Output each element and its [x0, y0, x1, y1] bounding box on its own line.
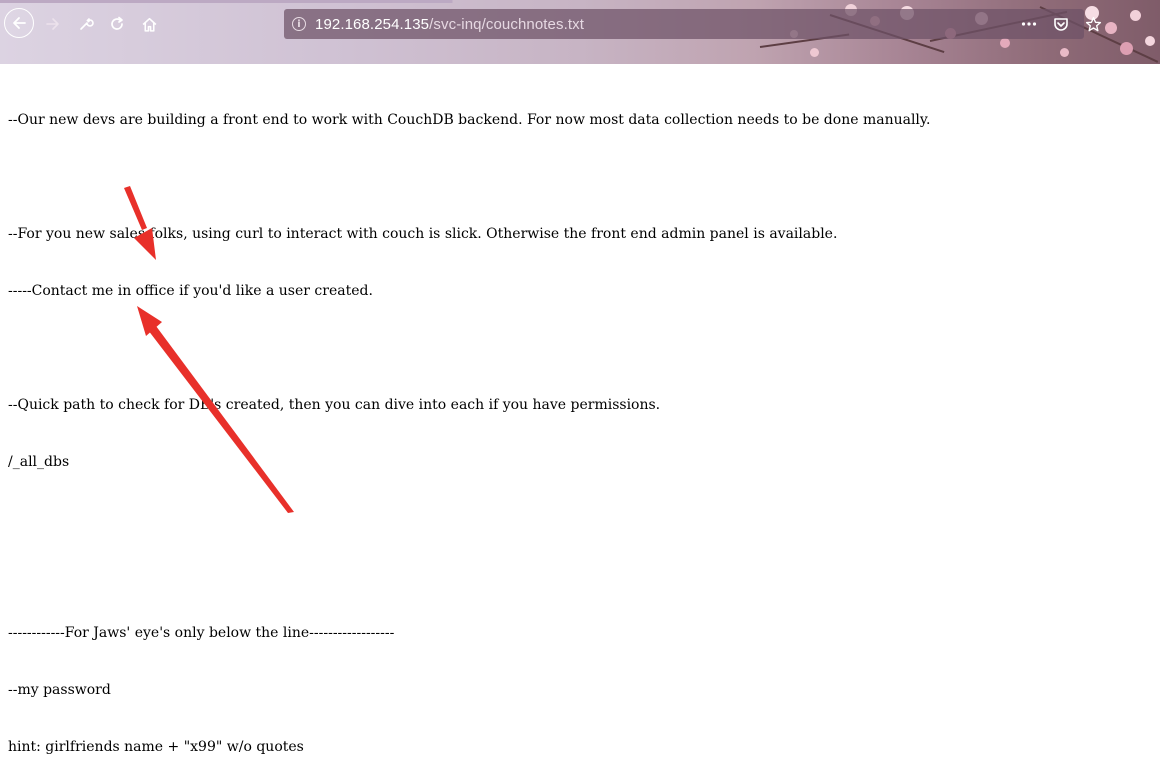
reload-icon — [111, 16, 123, 30]
doc-line — [8, 567, 930, 586]
doc-line: --Our new devs are building a front end … — [8, 112, 931, 128]
wrench-icon — [80, 18, 94, 30]
doc-line: --Quick path to check for DB's created, … — [8, 397, 661, 413]
text-document: --Our new devs are building a front end … — [8, 73, 930, 776]
doc-line — [8, 510, 930, 529]
forward-arrow-icon — [46, 18, 59, 30]
doc-line: --my password — [8, 682, 111, 698]
pocket-icon — [1054, 18, 1068, 31]
reload-button[interactable] — [102, 9, 132, 39]
browser-toolbar: i 192.168.254.135/svc-inq/couchnotes.txt — [0, 0, 1160, 64]
home-icon — [142, 17, 156, 32]
tools-button[interactable] — [71, 9, 101, 39]
home-button[interactable] — [134, 9, 164, 39]
doc-line — [8, 339, 930, 358]
doc-line: /_all_dbs — [8, 454, 70, 470]
doc-line: -----Contact me in office if you'd like … — [8, 283, 373, 299]
back-button[interactable] — [4, 8, 34, 38]
info-icon[interactable]: i — [292, 17, 306, 31]
forward-button[interactable] — [38, 9, 68, 39]
doc-line: hint: girlfriends name + "x99" w/o quote… — [8, 739, 304, 755]
url-bar[interactable]: i 192.168.254.135/svc-inq/couchnotes.txt — [284, 9, 1084, 39]
doc-line: ------------For Jaws' eye's only below t… — [8, 625, 395, 641]
pocket-button[interactable] — [1050, 13, 1072, 35]
doc-line — [8, 168, 930, 187]
url-bar-actions — [1018, 9, 1104, 39]
url-host: 192.168.254.135 — [315, 15, 430, 33]
url-text[interactable]: 192.168.254.135/svc-inq/couchnotes.txt — [315, 16, 584, 33]
star-icon — [1085, 16, 1101, 31]
bookmark-button[interactable] — [1082, 13, 1104, 35]
more-dots-icon — [1021, 22, 1037, 26]
url-path: /svc-inq/couchnotes.txt — [429, 15, 584, 33]
page-actions-button[interactable] — [1018, 13, 1040, 35]
back-arrow-icon — [13, 17, 26, 29]
doc-line: --For you new sales folks, using curl to… — [8, 226, 838, 242]
tab-strip-edge — [0, 0, 1160, 3]
